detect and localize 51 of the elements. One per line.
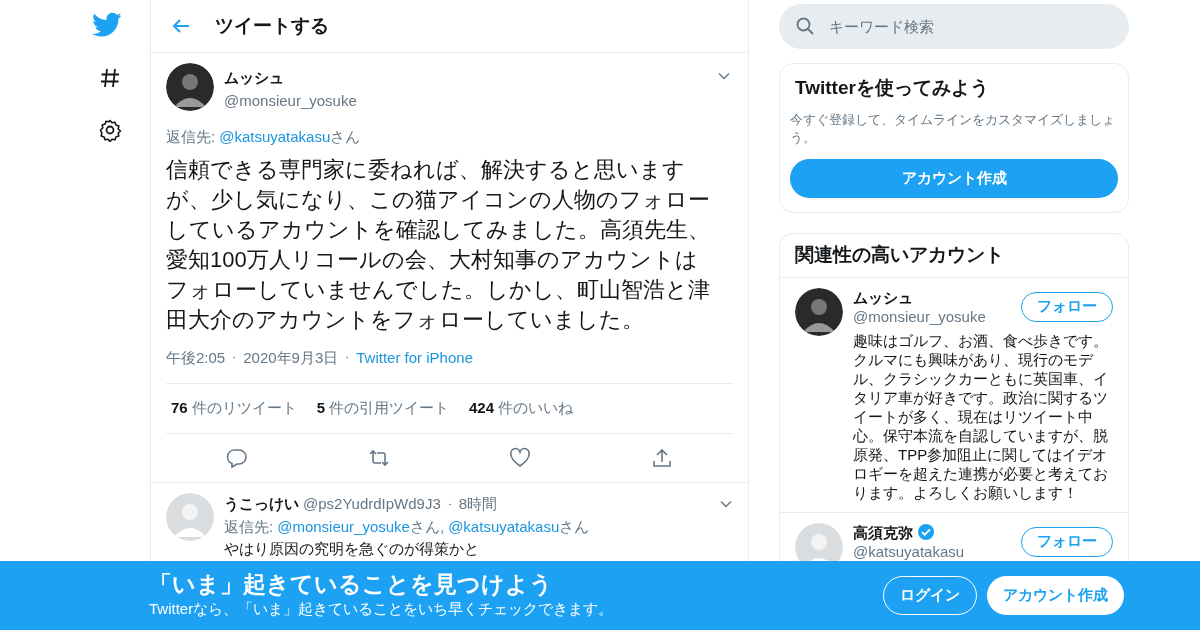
signup-button[interactable]: アカウント作成	[987, 576, 1124, 615]
tweet-time: 午後2:05	[166, 347, 226, 368]
share-icon[interactable]	[651, 447, 674, 469]
card-text: 今すぐ登録して、タイムラインをカスタマイズしましょう。	[790, 110, 1116, 147]
account-handle[interactable]: @katsuyatakasu	[853, 541, 1021, 561]
mention-link[interactable]: @monsieur_yosuke	[277, 515, 410, 538]
separator-dot: ・	[229, 351, 240, 366]
stat-count[interactable]: 424	[469, 397, 495, 420]
stat-label[interactable]: 件のいいね	[498, 397, 574, 420]
author-name[interactable]: うこっけい	[224, 493, 299, 516]
stat-count[interactable]: 5	[316, 397, 326, 420]
source-link[interactable]: Twitter for iPhone	[356, 346, 473, 369]
avatar[interactable]	[166, 63, 214, 111]
hashtag-icon[interactable]	[98, 66, 122, 90]
bird-logo-icon[interactable]	[92, 12, 122, 38]
mention-link[interactable]: @katsuyatakasu	[448, 515, 560, 538]
account-name[interactable]: ムッシュ	[853, 287, 913, 307]
separator-dot: ・	[342, 351, 353, 366]
stat-label[interactable]: 件のリツイート	[191, 397, 297, 420]
avatar[interactable]	[795, 287, 843, 336]
account-bio: 趣味はゴルフ、お酒、食べ歩きです。クルマにも興味があり、現行のモデル、クラシックカーともに英国車、イタリア車が好きです。政治に関するツイートが多く、現在はリツイート中心。保守本流を自認していますが、脱原発、TPP参加阻止に関してはイデオロギーを超えた連携が必要と考えております。よろしくお願いします！	[853, 330, 1109, 502]
banner-title: 「いま」起きていることを見つけよう	[149, 570, 554, 599]
search-icon	[795, 16, 815, 36]
stat-label[interactable]: 件の引用ツイート	[329, 397, 450, 420]
signup-button[interactable]: アカウント作成	[790, 158, 1118, 198]
account-handle[interactable]: @monsieur_yosuke	[853, 306, 1021, 326]
card-title: 関連性の高いアカウント	[780, 233, 1128, 278]
author-name[interactable]: ムッシュ	[224, 67, 707, 90]
honorific-text: さん	[559, 516, 590, 537]
account-name[interactable]: 高須克弥	[853, 522, 913, 542]
tweet-text: 信頼できる専門家に委ねれば、解決すると思いますが、少し気になり、この猫アイコンの人物のフォローしているアカウントを確認してみました。高須先生、愛知100万人リコールの会、大村知事のアカウントはフォローしていませんでした。しかし、町山智浩と津田大介のアカウントをフォローしていました。	[166, 155, 711, 334]
card-title: Twitterを使ってみよう	[794, 76, 990, 100]
author-handle[interactable]: @ps2YudrdIpWd9J3	[303, 493, 441, 516]
reply-label: 返信先:	[224, 516, 274, 537]
banner-subtitle: Twitterなら、「いま」起きていることをいち早くチェックできます。	[149, 599, 615, 620]
settings-icon[interactable]	[98, 118, 122, 142]
tweet-age: 8時間	[458, 494, 498, 514]
reply-icon[interactable]	[225, 447, 248, 469]
separator-dot: ・	[444, 497, 455, 512]
honorific-text: さん	[330, 127, 361, 147]
tweet-date: 2020年9月3日	[243, 347, 339, 368]
search-field[interactable]: キーワード検索	[779, 4, 1129, 49]
reply-label: 返信先:	[166, 127, 216, 147]
page-title: ツイートする	[215, 13, 329, 38]
retweet-icon[interactable]	[367, 447, 390, 469]
honorific-text: さん,	[409, 516, 445, 537]
stat-count[interactable]: 76	[171, 397, 188, 420]
tweet-text: やはり原因の究明を急ぐのが得策かと	[224, 539, 480, 559]
like-icon[interactable]	[509, 447, 532, 469]
mention-link[interactable]: @katsuyatakasu	[219, 126, 331, 149]
author-handle[interactable]: @monsieur_yosuke	[224, 89, 707, 112]
